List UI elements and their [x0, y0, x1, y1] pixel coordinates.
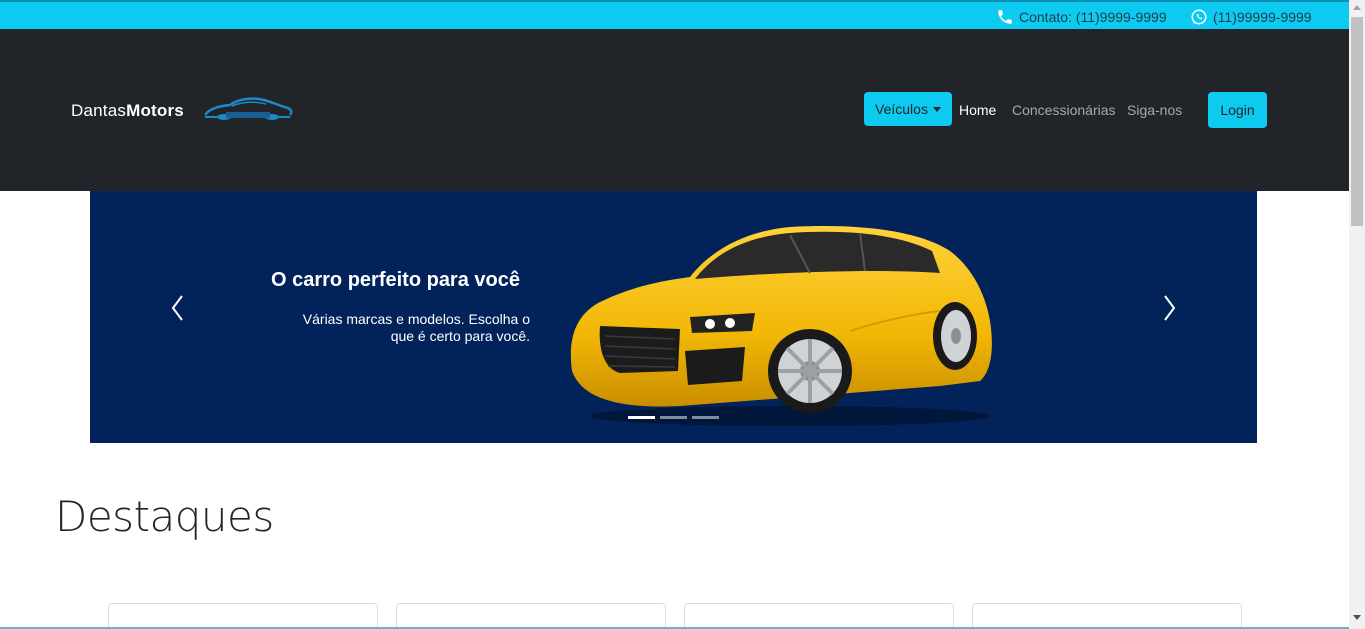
hero-carousel: O carro perfeito para você Várias marcas…: [90, 191, 1257, 443]
page-scrollbar[interactable]: [1349, 0, 1365, 629]
carousel-indicators: [628, 416, 719, 419]
login-button[interactable]: Login: [1208, 92, 1267, 128]
brand-name[interactable]: DantasMotors: [71, 101, 184, 121]
carousel-indicator-2[interactable]: [660, 416, 687, 419]
carousel-indicator-1[interactable]: [628, 416, 655, 419]
slide-title: O carro perfeito para você: [271, 269, 520, 291]
contact-phone[interactable]: Contato: (11)9999-9999: [996, 8, 1167, 26]
chevron-right-icon[interactable]: [1154, 291, 1184, 325]
whatsapp-icon: [1191, 9, 1207, 25]
main-navbar: DantasMotors Veículos Home Concessionári…: [0, 29, 1349, 191]
carousel-indicator-3[interactable]: [692, 416, 719, 419]
contact-whatsapp-label: (11)99999-9999: [1213, 9, 1312, 25]
nav-link-concessionarias[interactable]: Concessionárias: [1012, 102, 1116, 118]
scroll-up-icon[interactable]: [1353, 5, 1361, 10]
featured-card[interactable]: [108, 603, 378, 629]
nav-link-siga-nos[interactable]: Siga-nos: [1127, 102, 1182, 118]
contact-phone-label: Contato: (11)9999-9999: [1019, 9, 1167, 25]
contact-whatsapp[interactable]: (11)99999-9999: [1190, 8, 1312, 26]
featured-card[interactable]: [684, 603, 954, 629]
phone-icon: [998, 10, 1012, 24]
featured-card[interactable]: [972, 603, 1242, 629]
vehicles-dropdown-label: Veículos: [875, 101, 928, 117]
scroll-down-icon[interactable]: [1353, 615, 1361, 620]
featured-card[interactable]: [396, 603, 666, 629]
section-title-destaques: Destaques: [55, 492, 274, 541]
vehicles-dropdown-button[interactable]: Veículos: [864, 92, 952, 126]
car-outline-icon: [203, 97, 293, 120]
scrollbar-thumb[interactable]: [1351, 17, 1363, 226]
caret-down-icon: [932, 106, 941, 112]
chevron-left-icon[interactable]: [163, 291, 193, 325]
slide-text: Várias marcas e modelos. Escolha o que é…: [302, 311, 530, 344]
page: Contato: (11)9999-9999 (11)99999-9999 Da…: [0, 0, 1365, 629]
nav-link-home[interactable]: Home: [959, 102, 996, 118]
car-image: [570, 226, 992, 426]
brand-bold: Motors: [126, 101, 184, 120]
brand-light: Dantas: [71, 101, 127, 120]
contact-bar: Contato: (11)9999-9999 (11)99999-9999: [0, 0, 1349, 29]
